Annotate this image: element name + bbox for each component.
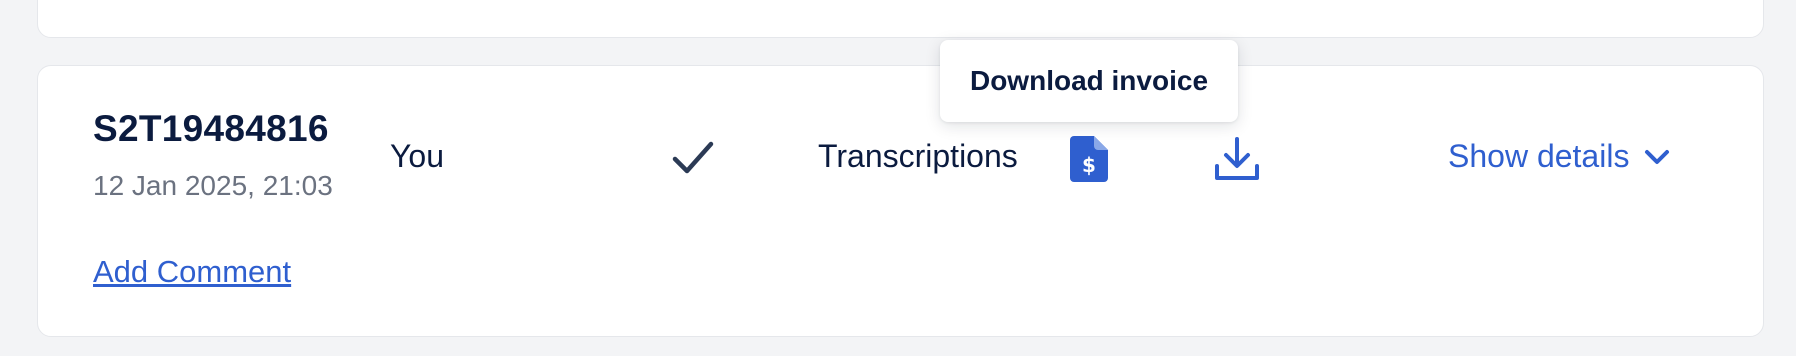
order-service: Transcriptions: [818, 138, 1018, 174]
show-details-button[interactable]: Show details: [1448, 138, 1671, 175]
download-button[interactable]: [1214, 136, 1260, 182]
download-icon: [1215, 137, 1259, 180]
invoice-document-dollar-icon: $: [1070, 136, 1108, 182]
svg-text:$: $: [1082, 153, 1096, 177]
chevron-down-icon: [1645, 149, 1670, 164]
order-id: S2T19484816: [93, 108, 329, 149]
add-comment-link[interactable]: Add Comment: [93, 254, 291, 290]
order-date: 12 Jan 2025, 21:03: [93, 170, 333, 201]
download-invoice-button[interactable]: $: [1070, 136, 1108, 182]
download-invoice-tooltip: Download invoice: [940, 40, 1238, 122]
order-user: You: [390, 138, 444, 174]
check-icon: [672, 141, 714, 174]
show-details-label: Show details: [1448, 138, 1630, 174]
tooltip-text: Download invoice: [969, 65, 1209, 96]
previous-order-card: [37, 0, 1764, 38]
